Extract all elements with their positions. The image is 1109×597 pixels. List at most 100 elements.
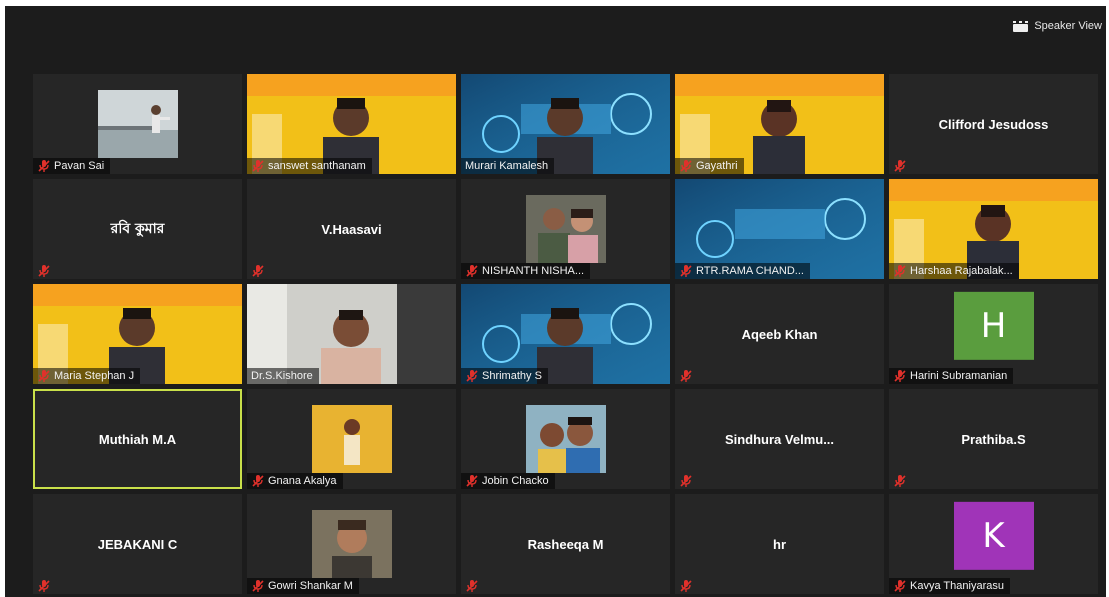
- name-tag: Dr.S.Kishore: [247, 368, 319, 384]
- mic-muted-icon: [251, 579, 265, 593]
- participant-name: Aqeeb Khan: [741, 326, 818, 342]
- participant-name-label: Shrimathy S: [482, 370, 542, 382]
- mic-muted-icon: [251, 264, 265, 278]
- participant-tile[interactable]: রবি কুমার: [33, 179, 242, 279]
- name-tag: Jobin Chacko: [461, 473, 555, 489]
- participant-tile[interactable]: Gowri Shankar M: [247, 494, 456, 594]
- avatar-initial: H: [953, 291, 1034, 360]
- mic-muted-icon: [893, 159, 907, 173]
- participant-tile[interactable]: Aqeeb Khan: [675, 284, 884, 384]
- mic-muted-icon: [37, 264, 51, 278]
- participant-name-label: Gayathri: [696, 160, 738, 172]
- participant-name: V.Haasavi: [321, 221, 382, 237]
- speaker-view-icon: [1013, 20, 1029, 32]
- participant-name-label: Harini Subramanian: [910, 370, 1008, 382]
- mic-muted-icon: [679, 579, 693, 593]
- name-tag: sanswet santhanam: [247, 158, 372, 174]
- name-tag: Gowri Shankar M: [247, 578, 359, 594]
- mic-muted-icon: [679, 159, 693, 173]
- participant-tile[interactable]: Muthiah M.A: [33, 389, 242, 489]
- name-tag: Kavya Thaniyarasu: [889, 578, 1010, 594]
- name-tag: [675, 473, 699, 489]
- participant-tile[interactable]: Jobin Chacko: [461, 389, 670, 489]
- participant-tile[interactable]: Pavan Sai: [33, 74, 242, 174]
- name-tag: Shrimathy S: [461, 368, 548, 384]
- participant-tile[interactable]: Harshaa Rajabalak...: [889, 179, 1098, 279]
- participant-name-label: Murari Kamalesh: [465, 160, 549, 172]
- participant-tile[interactable]: Gayathri: [675, 74, 884, 174]
- participant-name: JEBAKANI C: [97, 536, 178, 552]
- mic-muted-icon: [37, 579, 51, 593]
- participant-tile[interactable]: NISHANTH NISHA...: [461, 179, 670, 279]
- participant-tile[interactable]: K Kavya Thaniyarasu: [889, 494, 1098, 594]
- participant-name-label: Pavan Sai: [54, 160, 105, 172]
- mic-muted-icon: [893, 369, 907, 383]
- participant-name: রবি কুমার: [110, 221, 165, 237]
- mic-muted-icon: [465, 369, 479, 383]
- name-tag: RTR.RAMA CHAND...: [675, 263, 810, 279]
- name-tag: [675, 578, 699, 594]
- participant-name-label: RTR.RAMA CHAND...: [696, 265, 804, 277]
- name-tag: [247, 263, 271, 279]
- participant-name-label: Harshaa Rajabalak...: [910, 265, 1013, 277]
- speaker-view-button[interactable]: Speaker View: [1013, 16, 1102, 36]
- participant-tile[interactable]: H Harini Subramanian: [889, 284, 1098, 384]
- participant-tile[interactable]: sanswet santhanam: [247, 74, 456, 174]
- participant-tile[interactable]: Sindhura Velmu...: [675, 389, 884, 489]
- mic-muted-icon: [251, 474, 265, 488]
- mic-muted-icon: [465, 264, 479, 278]
- participant-tile[interactable]: Shrimathy S: [461, 284, 670, 384]
- participant-name: Clifford Jesudoss: [938, 116, 1049, 132]
- name-tag: Gnana Akalya: [247, 473, 343, 489]
- name-tag: Harshaa Rajabalak...: [889, 263, 1019, 279]
- profile-photo: [311, 510, 392, 578]
- participant-tile[interactable]: Clifford Jesudoss: [889, 74, 1098, 174]
- avatar-initial: K: [953, 501, 1034, 570]
- participant-name-label: Maria Stephan J: [54, 370, 135, 382]
- speaker-view-label: Speaker View: [1034, 20, 1102, 32]
- profile-photo: [311, 405, 392, 473]
- name-tag: Gayathri: [675, 158, 744, 174]
- name-tag: [675, 368, 699, 384]
- name-tag: Harini Subramanian: [889, 368, 1014, 384]
- participant-tile[interactable]: Prathiba.S: [889, 389, 1098, 489]
- participant-name-label: sanswet santhanam: [268, 160, 366, 172]
- participant-name: Rasheeqa M: [527, 536, 604, 552]
- mic-muted-icon: [893, 474, 907, 488]
- participant-tile[interactable]: Gnana Akalya: [247, 389, 456, 489]
- participant-tile[interactable]: hr: [675, 494, 884, 594]
- mic-muted-icon: [893, 264, 907, 278]
- name-tag: Maria Stephan J: [33, 368, 141, 384]
- mic-muted-icon: [893, 579, 907, 593]
- name-tag: [889, 158, 913, 174]
- profile-photo: [525, 405, 606, 473]
- participant-tile[interactable]: JEBAKANI C: [33, 494, 242, 594]
- participant-name: Prathiba.S: [961, 431, 1026, 447]
- name-tag: [461, 578, 485, 594]
- mic-muted-icon: [679, 264, 693, 278]
- participant-name: Sindhura Velmu...: [724, 431, 835, 447]
- mic-muted-icon: [465, 579, 479, 593]
- participant-tile[interactable]: RTR.RAMA CHAND...: [675, 179, 884, 279]
- participant-name-label: Gnana Akalya: [268, 475, 337, 487]
- name-tag: [33, 578, 57, 594]
- participant-tile[interactable]: Rasheeqa M: [461, 494, 670, 594]
- participant-tile[interactable]: V.Haasavi: [247, 179, 456, 279]
- participant-name: Muthiah M.A: [98, 431, 177, 447]
- participant-name: hr: [773, 536, 786, 552]
- profile-photo: [525, 195, 606, 263]
- name-tag: NISHANTH NISHA...: [461, 263, 591, 279]
- mic-muted-icon: [37, 159, 51, 173]
- mic-muted-icon: [37, 369, 51, 383]
- participant-name-label: Gowri Shankar M: [268, 580, 353, 592]
- participant-name-label: NISHANTH NISHA...: [482, 265, 585, 277]
- participant-tile[interactable]: Murari Kamalesh: [461, 74, 670, 174]
- mic-muted-icon: [679, 474, 693, 488]
- name-tag: [33, 263, 57, 279]
- participant-name-label: Kavya Thaniyarasu: [910, 580, 1004, 592]
- name-tag: [889, 473, 913, 489]
- name-tag: Pavan Sai: [33, 158, 111, 174]
- participant-tile[interactable]: Dr.S.Kishore: [247, 284, 456, 384]
- mic-muted-icon: [679, 369, 693, 383]
- participant-tile[interactable]: Maria Stephan J: [33, 284, 242, 384]
